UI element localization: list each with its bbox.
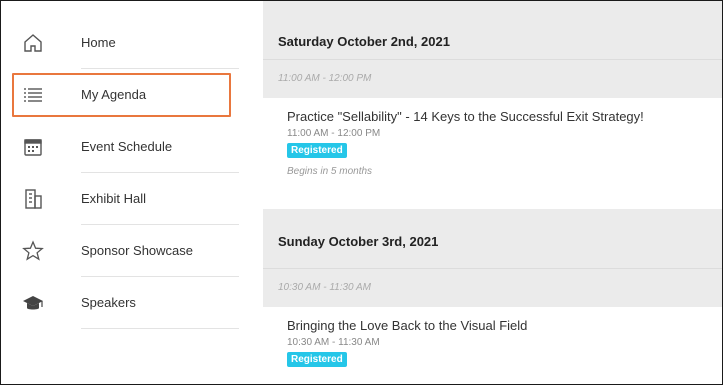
nav-label: Sponsor Showcase <box>81 243 194 258</box>
day-header: Saturday October 2nd, 2021 <box>278 34 450 49</box>
nav-label: My Agenda <box>81 87 147 102</box>
graduation-cap-icon <box>21 291 45 315</box>
day-header: Sunday October 3rd, 2021 <box>278 234 439 249</box>
session-card[interactable]: Bringing the Love Back to the Visual Fie… <box>263 307 722 384</box>
nav-label: Home <box>81 35 116 50</box>
nav-item-my-agenda[interactable]: My Agenda <box>1 69 263 121</box>
nav-label: Event Schedule <box>81 139 173 154</box>
building-icon <box>21 187 45 211</box>
sidebar-nav: Home My Agenda Event Schedule Exhibit Ha… <box>1 1 263 384</box>
calendar-icon <box>21 135 45 159</box>
session-time: 11:00 AM - 12:00 PM <box>287 128 381 139</box>
registered-badge: Registered <box>287 352 347 367</box>
nav-label: Speakers <box>81 295 136 310</box>
session-title[interactable]: Practice "Sellability" - 14 Keys to the … <box>287 109 722 124</box>
session-countdown: Begins in 5 months <box>287 166 373 177</box>
nav-label: Exhibit Hall <box>81 191 147 206</box>
nav-item-home[interactable]: Home <box>1 17 263 69</box>
nav-item-speakers[interactable]: Speakers <box>1 277 263 329</box>
star-icon <box>21 239 45 263</box>
registered-badge: Registered <box>287 143 347 158</box>
nav-item-event-schedule[interactable]: Event Schedule <box>1 121 263 173</box>
home-icon <box>21 31 45 55</box>
nav-item-sponsor-showcase[interactable]: Sponsor Showcase <box>1 225 263 277</box>
nav-item-exhibit-hall[interactable]: Exhibit Hall <box>1 173 263 225</box>
session-time: 10:30 AM - 11:30 AM <box>287 337 380 348</box>
agenda-panel[interactable]: Saturday October 2nd, 2021 11:00 AM - 12… <box>263 1 722 384</box>
app-frame: Home My Agenda Event Schedule Exhibit Ha… <box>0 0 723 385</box>
time-slot-header: 11:00 AM - 12:00 PM <box>263 59 722 97</box>
divider <box>81 328 239 329</box>
time-slot-header: 10:30 AM - 11:30 AM <box>263 268 722 306</box>
session-card[interactable]: Practice "Sellability" - 14 Keys to the … <box>263 98 722 209</box>
session-title[interactable]: Bringing the Love Back to the Visual Fie… <box>287 318 722 333</box>
list-icon <box>21 83 45 107</box>
